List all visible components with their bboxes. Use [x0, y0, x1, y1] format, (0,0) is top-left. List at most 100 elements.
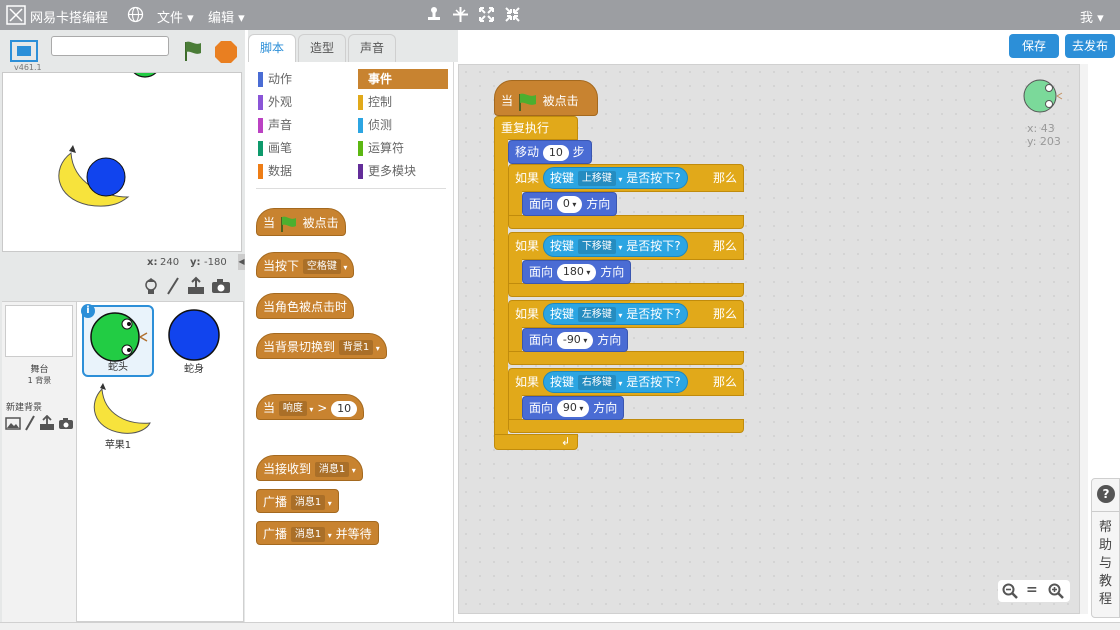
direction-input[interactable]: 90 ▾: [556, 400, 590, 417]
script-scrollbar[interactable]: [1080, 64, 1088, 614]
tab-scripts[interactable]: 脚本: [248, 34, 296, 63]
sprite-info-icon[interactable]: i: [81, 304, 95, 318]
category-looks[interactable]: 外观: [258, 92, 348, 112]
stage-thumbnail[interactable]: [5, 305, 73, 357]
fullscreen-icon[interactable]: [10, 40, 38, 62]
zoom-reset-icon[interactable]: =: [1026, 582, 1038, 598]
camera-new-sprite-icon[interactable]: [211, 278, 231, 294]
block-when-receive-message[interactable]: 当接收到 消息1 ▾: [256, 455, 363, 481]
category-data[interactable]: 数据: [258, 161, 348, 181]
sprite-thumb-snake-head[interactable]: 蛇头 i: [81, 304, 154, 377]
save-button[interactable]: 保存: [1009, 34, 1059, 58]
category-operators[interactable]: 运算符: [358, 138, 448, 158]
sensing-key-pressed[interactable]: 按键 上移键 ▾ 是否按下?: [543, 167, 688, 189]
script-point-direction[interactable]: 面向 90 ▾ 方向: [522, 396, 625, 420]
block-when-backdrop-switches[interactable]: 当背景切换到 背景1 ▾: [256, 333, 387, 359]
threshold-input[interactable]: 10: [331, 400, 358, 417]
sensing-key-pressed[interactable]: 按键 左移键 ▾ 是否按下?: [543, 303, 688, 325]
stage-header: v461.1: [0, 30, 245, 72]
script-forever[interactable]: 重复执行: [494, 116, 578, 140]
upload-sprite-icon[interactable]: [186, 276, 206, 296]
script-point-direction[interactable]: 面向 0 ▾ 方向: [522, 192, 618, 216]
tab-costumes[interactable]: 造型: [298, 34, 346, 62]
zoom-in-icon[interactable]: [1048, 583, 1064, 599]
direction-input[interactable]: -90 ▾: [556, 332, 594, 349]
script-if-3[interactable]: 如果 按键 右移键 ▾ 是否按下? 那么: [508, 368, 744, 396]
sensing-key-pressed[interactable]: 按键 下移键 ▾ 是否按下?: [543, 235, 688, 257]
message-dropdown[interactable]: 消息1: [314, 462, 350, 477]
category-events[interactable]: 事件: [358, 69, 448, 89]
script-point-direction[interactable]: 面向 180 ▾ 方向: [522, 260, 632, 284]
sprite-thumb-snake-body[interactable]: 蛇身: [158, 305, 230, 377]
project-title-input[interactable]: [51, 36, 169, 56]
upload-backdrop-icon[interactable]: [39, 415, 55, 431]
menu-edit[interactable]: 编辑 ▾: [208, 7, 245, 26]
key-dropdown[interactable]: 左移键: [577, 307, 616, 322]
snake-body-sprite[interactable]: [86, 157, 126, 197]
zoom-out-icon[interactable]: [1002, 583, 1018, 599]
camera-backdrop-icon[interactable]: [58, 417, 74, 430]
help-icon[interactable]: ?: [1097, 485, 1115, 503]
menu-file[interactable]: 文件 ▾: [157, 7, 194, 26]
key-dropdown[interactable]: 上移键: [577, 171, 616, 186]
stage-thumbnail-column: 舞台 1 背景 新建背景: [2, 302, 77, 622]
choose-sprite-from-library-icon[interactable]: [142, 277, 160, 295]
block-when-key-pressed[interactable]: 当按下 空格键 ▾: [256, 252, 355, 278]
logo-icon: [6, 5, 26, 25]
key-dropdown[interactable]: 空格键: [302, 259, 341, 274]
backdrop-library-icon[interactable]: [5, 416, 21, 430]
message-dropdown[interactable]: 消息1: [290, 495, 326, 510]
language-globe-icon[interactable]: [127, 6, 144, 23]
steps-input[interactable]: 10: [542, 144, 569, 161]
message-dropdown[interactable]: 消息1: [290, 527, 326, 542]
category-control[interactable]: 控制: [358, 92, 448, 112]
block-when-loudness-greater[interactable]: 当 响度 ▾ > 10: [256, 394, 365, 420]
direction-input[interactable]: 180 ▾: [556, 264, 597, 281]
script-move-steps[interactable]: 移动 10 步: [508, 140, 592, 164]
user-menu[interactable]: 我 ▾: [1080, 7, 1104, 26]
shrink-icon[interactable]: [504, 6, 521, 23]
key-dropdown[interactable]: 右移键: [577, 375, 616, 390]
sprite-name: 蛇头: [108, 362, 128, 373]
grow-icon[interactable]: [478, 6, 495, 23]
category-sound[interactable]: 声音: [258, 115, 348, 135]
backdrop-dropdown[interactable]: 背景1: [338, 340, 374, 355]
category-motion[interactable]: 动作: [258, 69, 348, 89]
block-when-sprite-clicked[interactable]: 当角色被点击时: [256, 293, 355, 319]
version-label: v461.1: [14, 63, 42, 72]
if-foot: [508, 351, 744, 365]
editor-tabs: 脚本 造型 声音: [248, 30, 458, 63]
stage-canvas[interactable]: [2, 72, 242, 252]
sprite-x-readout: x: 43: [1027, 122, 1055, 135]
collapse-stage-handle[interactable]: ◀: [238, 254, 245, 270]
duplicate-stamp-icon[interactable]: [426, 6, 442, 23]
block-broadcast-and-wait[interactable]: 广播 消息1 ▾ 并等待: [256, 521, 379, 545]
publish-button[interactable]: 去发布: [1065, 34, 1115, 58]
category-pen[interactable]: 画笔: [258, 138, 348, 158]
stop-icon[interactable]: [214, 40, 238, 64]
tab-sounds[interactable]: 声音: [348, 34, 396, 62]
category-sensing[interactable]: 侦测: [358, 115, 448, 135]
direction-input[interactable]: 0 ▾: [556, 196, 583, 213]
paint-backdrop-icon[interactable]: [24, 415, 36, 431]
category-more-blocks[interactable]: 更多模块: [358, 161, 448, 181]
sensing-key-pressed[interactable]: 按键 右移键 ▾ 是否按下?: [543, 371, 688, 393]
coord-x-value: 240: [160, 257, 180, 268]
block-broadcast[interactable]: 广播 消息1 ▾: [256, 489, 339, 513]
script-if-1[interactable]: 如果 按键 下移键 ▾ 是否按下? 那么: [508, 232, 744, 260]
block-when-flag-clicked[interactable]: 当 被点击: [256, 208, 346, 236]
key-dropdown[interactable]: 下移键: [577, 239, 616, 254]
delete-scissors-icon[interactable]: [452, 6, 469, 23]
help-tutorial-panel[interactable]: ? 帮助与教程: [1091, 478, 1120, 618]
script-if-0[interactable]: 如果 按键 上移键 ▾ 是否按下? 那么: [508, 164, 744, 192]
snake-head-sprite[interactable]: [129, 73, 161, 78]
sensor-dropdown[interactable]: 响度: [278, 401, 307, 416]
paint-new-sprite-icon[interactable]: [165, 276, 181, 296]
if-foot: [508, 283, 744, 297]
sprite-thumb-apple1[interactable]: 苹果1: [82, 381, 154, 453]
green-flag-icon[interactable]: [182, 39, 204, 63]
script-point-direction[interactable]: 面向 -90 ▾ 方向: [522, 328, 629, 352]
sprite-name: 苹果1: [104, 440, 132, 451]
script-when-flag-clicked[interactable]: 当 被点击: [494, 80, 598, 116]
script-if-2[interactable]: 如果 按键 左移键 ▾ 是否按下? 那么: [508, 300, 744, 328]
